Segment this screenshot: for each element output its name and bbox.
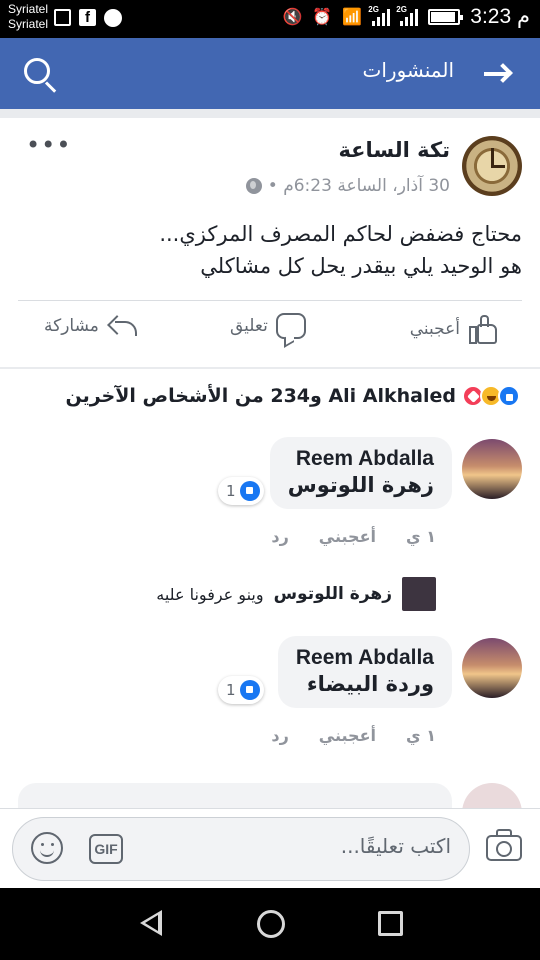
reply-item[interactable]: زهرة اللوتوس وينو عرفونا عليه (156, 577, 436, 611)
nav-home-icon[interactable] (257, 910, 285, 938)
battery-icon (428, 8, 464, 25)
search-icon[interactable] (22, 56, 60, 94)
post-author-avatar[interactable] (462, 136, 522, 196)
comment-composer: اكتب تعليقًا... GIF (0, 808, 540, 888)
status-right: 🔇 ⏰ 📶 2G 2G 3:23 م (283, 4, 531, 29)
comment-bubble-icon (275, 313, 306, 339)
wifi-icon: 📶 (342, 7, 363, 26)
clock: 3:23 م (470, 5, 530, 28)
like-button[interactable]: أعجبني (410, 313, 500, 345)
comment-item: Reem Abdalla وردة البيضاء 1 ١ ي أعجبني ر… (0, 636, 540, 756)
post-actions: أعجبني تعليق مشاركة (0, 301, 540, 367)
signal-icon-2: 2G (396, 5, 419, 26)
alarm-icon: ⏰ (312, 7, 333, 26)
more-options-icon[interactable]: ••• (26, 133, 71, 157)
commenter-avatar[interactable] (462, 783, 522, 809)
comment-reply-button[interactable]: رد (271, 527, 288, 546)
comment-reply-button[interactable]: رد (271, 726, 288, 745)
comment-actions: ١ ي أعجبني رد (271, 726, 436, 745)
comment-like-count[interactable]: 1 (218, 477, 264, 505)
facebook-icon: f (79, 9, 96, 26)
carrier-2: Syriatel (8, 17, 49, 31)
reaction-icons (462, 385, 520, 407)
comment-bubble[interactable]: Reem Abdalla زهرة اللوتوس (269, 437, 452, 509)
network-type-2: 2G (396, 4, 407, 14)
post-card: تكة الساعة 30 آذار، الساعة 6:23م • ••• م… (0, 118, 540, 367)
camera-icon[interactable] (486, 829, 522, 861)
like-label: أعجبني (409, 319, 460, 339)
globe-icon (245, 178, 262, 194)
commenter-name[interactable]: Reem Abdalla (296, 646, 434, 670)
gif-button[interactable]: GIF (89, 834, 123, 864)
comment-text: زهرة اللوتوس (287, 473, 434, 497)
back-arrow-icon[interactable] (482, 62, 513, 86)
post-author-name[interactable]: تكة الساعة (338, 138, 450, 162)
page-title: المنشورات (362, 58, 454, 82)
share-label: مشاركة (44, 316, 99, 336)
signal-icon-1: 2G (368, 5, 391, 26)
thumbs-up-icon (468, 313, 500, 345)
comment-time: ١ ي (406, 726, 436, 745)
comment-text: وردة البيضاء (306, 672, 434, 696)
nav-recents-icon[interactable] (378, 911, 403, 936)
notification-icons: f (54, 9, 122, 27)
messenger-icon (104, 9, 122, 27)
like-count-text: 1 (226, 681, 236, 699)
comment-bubble[interactable] (18, 783, 452, 809)
share-button[interactable]: مشاركة (44, 313, 139, 339)
comment-actions: ١ ي أعجبني رد (271, 527, 436, 546)
comment-bubble[interactable]: Reem Abdalla وردة البيضاء (277, 636, 452, 708)
like-reaction-icon (239, 481, 260, 501)
like-reaction-icon (239, 680, 260, 700)
top-bar: المنشورات (0, 38, 540, 109)
gallery-icon (54, 9, 71, 26)
post-meta: 30 آذار، الساعة 6:23م • (245, 176, 450, 196)
post-timestamp[interactable]: 30 آذار، الساعة 6:23م • (268, 176, 450, 196)
system-nav-bar (0, 888, 540, 960)
comment-button[interactable]: تعليق (230, 313, 306, 339)
comment-input[interactable]: اكتب تعليقًا... GIF (12, 817, 470, 881)
reactions-summary[interactable]: Ali Alkhaled و234 من الأشخاص الآخرين (65, 385, 520, 407)
comment-like-count[interactable]: 1 (218, 676, 264, 704)
mute-icon: 🔇 (282, 7, 303, 26)
like-count-text: 1 (226, 482, 236, 500)
comments-section: Ali Alkhaled و234 من الأشخاص الآخرين Ree… (0, 369, 540, 809)
network-type-1: 2G (368, 4, 379, 14)
comment-time: ١ ي (406, 527, 436, 546)
comment-like-button[interactable]: أعجبني (319, 726, 376, 745)
post-text: محتاج فضفض لحاكم المصرف المركزي... هو ال… (159, 222, 522, 278)
commenter-avatar[interactable] (462, 638, 522, 698)
reply-author[interactable]: زهرة اللوتوس (274, 584, 392, 604)
emoji-icon[interactable] (31, 832, 63, 864)
comment-label: تعليق (230, 316, 268, 336)
status-bar: Syriatel Syriatel f 🔇 ⏰ 📶 2G 2G 3:23 م (0, 0, 540, 38)
commenter-avatar[interactable] (462, 439, 522, 499)
carrier-1: Syriatel (8, 2, 49, 16)
carrier-labels: Syriatel Syriatel (8, 2, 48, 32)
comment-item: Reem Abdalla زهرة اللوتوس 1 ١ ي أعجبني ر… (0, 437, 540, 557)
comment-placeholder: اكتب تعليقًا... (340, 834, 451, 858)
comment-like-button[interactable]: أعجبني (319, 527, 376, 546)
nav-back-icon[interactable] (140, 910, 162, 936)
like-reaction-icon (498, 385, 520, 407)
commenter-name[interactable]: Reem Abdalla (288, 447, 434, 471)
share-arrow-icon (106, 313, 139, 339)
reactions-text: Ali Alkhaled و234 من الأشخاص الآخرين (65, 385, 457, 407)
reply-avatar[interactable] (402, 577, 436, 611)
reply-text: وينو عرفونا عليه (156, 584, 264, 604)
